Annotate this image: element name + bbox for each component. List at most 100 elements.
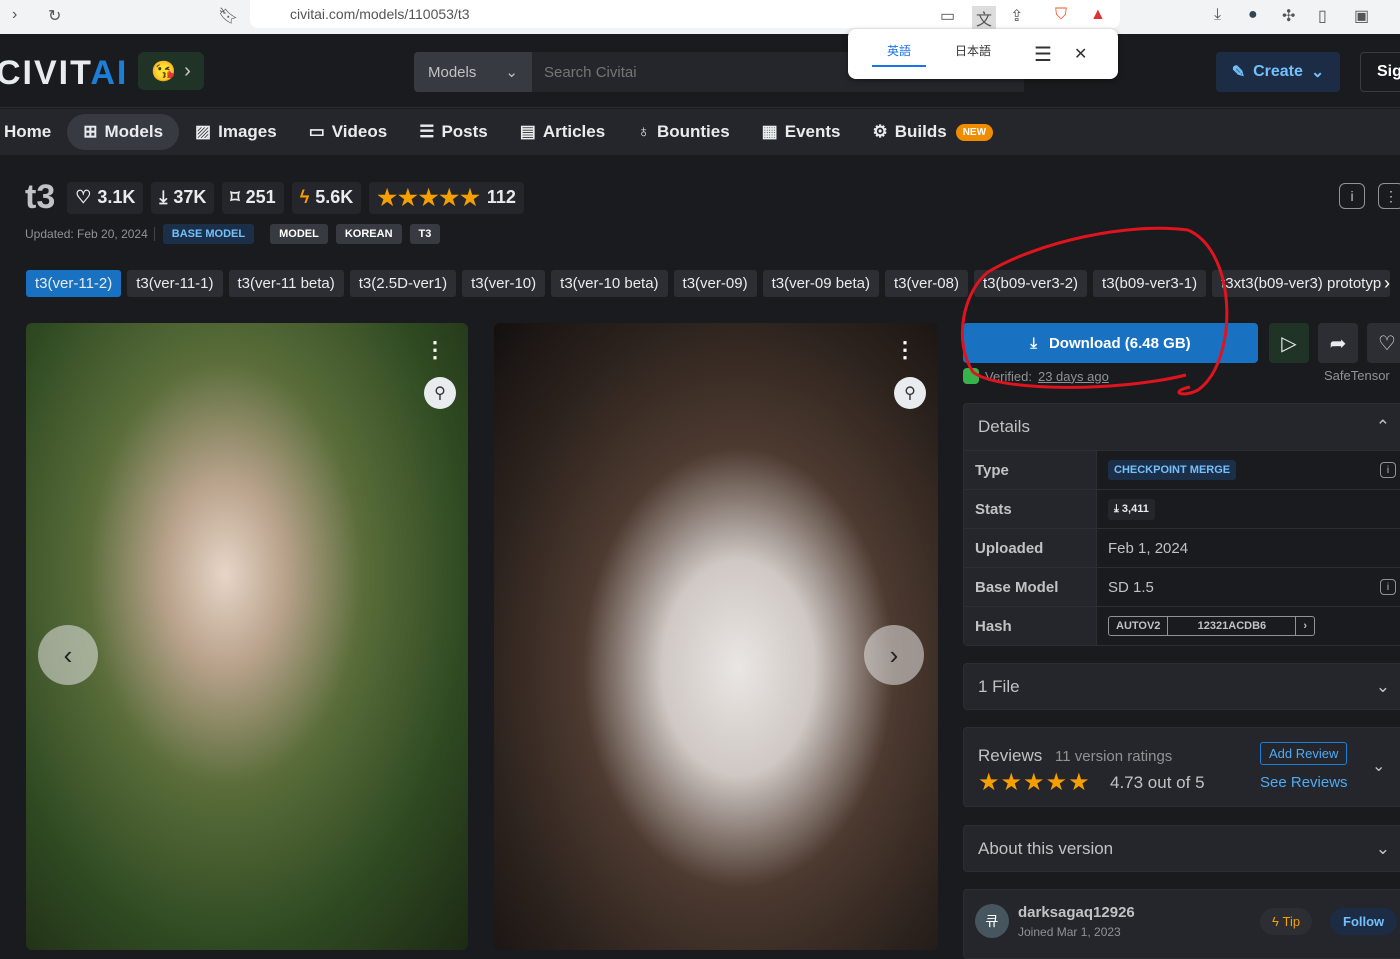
- emoji-menu-button[interactable]: 😘 ›: [138, 52, 204, 90]
- tag-korean[interactable]: KOREAN: [335, 224, 402, 244]
- version-tab[interactable]: t3(ver-11-2): [26, 270, 122, 297]
- joined-date: Joined Mar 1, 2023: [1018, 925, 1121, 939]
- likes-stat[interactable]: ♡ 3.1K: [67, 181, 144, 214]
- tag-base-model[interactable]: BASE MODEL: [162, 224, 255, 244]
- emoji-icon: 😘: [151, 60, 177, 83]
- nav-posts[interactable]: ☰ Posts: [403, 114, 504, 150]
- ratings-count: 11 version ratings: [1055, 748, 1173, 765]
- wallet-icon[interactable]: ▣: [1354, 6, 1369, 26]
- version-tabs: t3(ver-11-2) t3(ver-11-1) t3(ver-11 beta) t…: [26, 270, 1400, 297]
- version-tab[interactable]: t3(2.5D-ver1): [349, 270, 457, 297]
- more-options-icon[interactable]: ⋮: [424, 337, 446, 363]
- like-button[interactable]: ♡: [1367, 323, 1400, 363]
- forward-icon[interactable]: ›: [12, 6, 17, 24]
- type-badge[interactable]: CHECKPOINT MERGE: [1108, 460, 1237, 480]
- nav-home[interactable]: Home: [0, 114, 67, 150]
- version-tab[interactable]: t3xt3(b09-ver3) prototyp: [1212, 270, 1391, 297]
- menu-icon[interactable]: ☰: [1034, 42, 1052, 67]
- version-tab[interactable]: t3(b09-ver3-1): [1093, 270, 1207, 297]
- address-bar[interactable]: civitai.com/models/110053/t3 ▭ 文 ⇪ ⛉ ▲: [250, 0, 1120, 30]
- rating-stat[interactable]: ★★★★★ 112: [369, 181, 524, 214]
- buzz-stat[interactable]: ϟ 5.6K: [291, 181, 362, 214]
- brush-icon: ✎: [1231, 64, 1246, 81]
- carousel-next-button[interactable]: ›: [864, 625, 924, 685]
- download-icon[interactable]: ⤓: [1214, 6, 1221, 24]
- tag-t3[interactable]: T3: [409, 224, 441, 244]
- model-meta: Updated: Feb 20, 2024 BASE MODEL MODEL K…: [25, 224, 441, 244]
- puzzle-icon[interactable]: ✣: [1282, 6, 1295, 26]
- share-icon[interactable]: ⇪: [1010, 6, 1023, 26]
- more-options-icon[interactable]: ⋮: [1378, 183, 1400, 209]
- search-scope-select[interactable]: Models ⌄: [414, 52, 532, 92]
- version-tab[interactable]: t3(ver-11-1): [127, 270, 223, 297]
- version-tab[interactable]: t3(ver-08): [884, 270, 968, 297]
- chevron-down-icon[interactable]: ⌄: [1372, 756, 1385, 776]
- grid-icon: ⊞: [83, 122, 98, 141]
- download-button[interactable]: ⤓ Download (6.48 GB): [963, 323, 1258, 363]
- nav-bounties[interactable]: ♁ Bounties: [621, 114, 745, 150]
- avatar[interactable]: 큐: [975, 904, 1009, 938]
- nav-videos[interactable]: ▭ Videos: [293, 114, 404, 150]
- info-icon[interactable]: i: [1380, 462, 1396, 478]
- nav-events[interactable]: ▦ Events: [746, 114, 857, 150]
- download-icon: ⤓: [1030, 334, 1037, 352]
- translate-tab-english[interactable]: 英語: [872, 42, 926, 67]
- civitai-logo[interactable]: CIVITAI: [0, 54, 128, 93]
- url-text: civitai.com/models/110053/t3: [290, 6, 470, 22]
- sign-in-button[interactable]: Sign: [1360, 52, 1400, 92]
- extension-icon[interactable]: ●: [1248, 6, 1258, 24]
- bookmark-icon[interactable]: 🔖︎: [218, 6, 238, 26]
- translate-tab-japanese[interactable]: 日本語: [946, 42, 1000, 67]
- nav-articles[interactable]: ▤ Articles: [504, 114, 621, 150]
- more-options-icon[interactable]: ⋮: [894, 337, 916, 363]
- info-icon[interactable]: i: [1380, 579, 1396, 595]
- tip-button[interactable]: ϟ Tip: [1260, 908, 1313, 935]
- model-title-row: t3 ♡ 3.1K ⤓ 37K ⌑ 251 ϟ 5.6K ★★★★★ 112: [25, 178, 524, 217]
- version-tab[interactable]: t3(ver-10 beta): [551, 270, 668, 297]
- nav-images[interactable]: ▨ Images: [179, 114, 293, 150]
- heart-icon: ♡: [75, 187, 92, 207]
- video-icon: ▭: [308, 122, 325, 141]
- run-button[interactable]: ▷: [1269, 323, 1309, 363]
- version-tab[interactable]: t3(ver-09): [673, 270, 757, 297]
- reload-icon[interactable]: ↻: [48, 6, 61, 26]
- follow-button[interactable]: Follow: [1330, 908, 1398, 935]
- close-icon[interactable]: ✕: [1074, 44, 1087, 64]
- updated-date: Updated: Feb 20, 2024: [25, 227, 155, 241]
- cast-icon[interactable]: ▭: [940, 6, 955, 26]
- carousel-prev-button[interactable]: ‹: [38, 625, 98, 685]
- bookmarks-stat[interactable]: ⌑ 251: [222, 181, 284, 214]
- nav-models[interactable]: ⊞ Models: [67, 114, 180, 150]
- about-panel[interactable]: About this version ⌄: [963, 825, 1400, 872]
- version-tab[interactable]: t3(ver-10): [462, 270, 546, 297]
- creator-name[interactable]: darksagaq12926: [1018, 904, 1135, 921]
- info-icon[interactable]: i: [1339, 183, 1365, 209]
- chevron-down-icon: ⌄: [505, 64, 518, 81]
- link-icon[interactable]: ⚲: [894, 377, 926, 409]
- see-reviews-link[interactable]: See Reviews: [1260, 774, 1348, 791]
- verified-date-link[interactable]: 23 days ago: [1038, 369, 1109, 384]
- main-nav: Home ⊞ Models ▨ Images ▭ Videos ☰ Posts ▤ Art…: [0, 109, 1400, 155]
- scroll-right-icon[interactable]: ›: [1384, 273, 1390, 294]
- create-button[interactable]: ✎ Create ⌄: [1216, 52, 1340, 92]
- sidebar-icon[interactable]: ▯: [1318, 6, 1327, 26]
- hash-copy[interactable]: AUTOV2 12321ACDB6 ›: [1108, 616, 1316, 636]
- brave-shield-icon[interactable]: ⛉: [1055, 6, 1067, 24]
- share-button[interactable]: ➦: [1318, 323, 1358, 363]
- version-tab[interactable]: t3(b09-ver3-2): [974, 270, 1088, 297]
- rating-score: 4.73 out of 5: [1110, 773, 1205, 792]
- version-tab[interactable]: t3(ver-11 beta): [228, 270, 344, 297]
- version-tab[interactable]: t3(ver-09 beta): [762, 270, 879, 297]
- preview-image-1[interactable]: ⋮ ⚲ ‹: [26, 323, 468, 950]
- preview-image-2[interactable]: ⋮ ⚲ ›: [494, 323, 938, 950]
- translate-icon[interactable]: 文: [972, 6, 997, 30]
- details-header[interactable]: Details ⌃: [964, 404, 1400, 450]
- tag-model[interactable]: MODEL: [270, 224, 328, 244]
- new-badge: NEW: [955, 123, 994, 141]
- link-icon[interactable]: ⚲: [424, 377, 456, 409]
- files-panel[interactable]: 1 File ⌄: [963, 663, 1400, 710]
- brave-rewards-icon[interactable]: ▲: [1090, 6, 1106, 24]
- nav-builds[interactable]: ⚙ Builds NEW: [856, 114, 1009, 150]
- details-panel: Details ⌃ Type CHECKPOINT MERGE i Stats ⤓ 3,…: [963, 403, 1400, 646]
- add-review-button[interactable]: Add Review: [1260, 742, 1348, 765]
